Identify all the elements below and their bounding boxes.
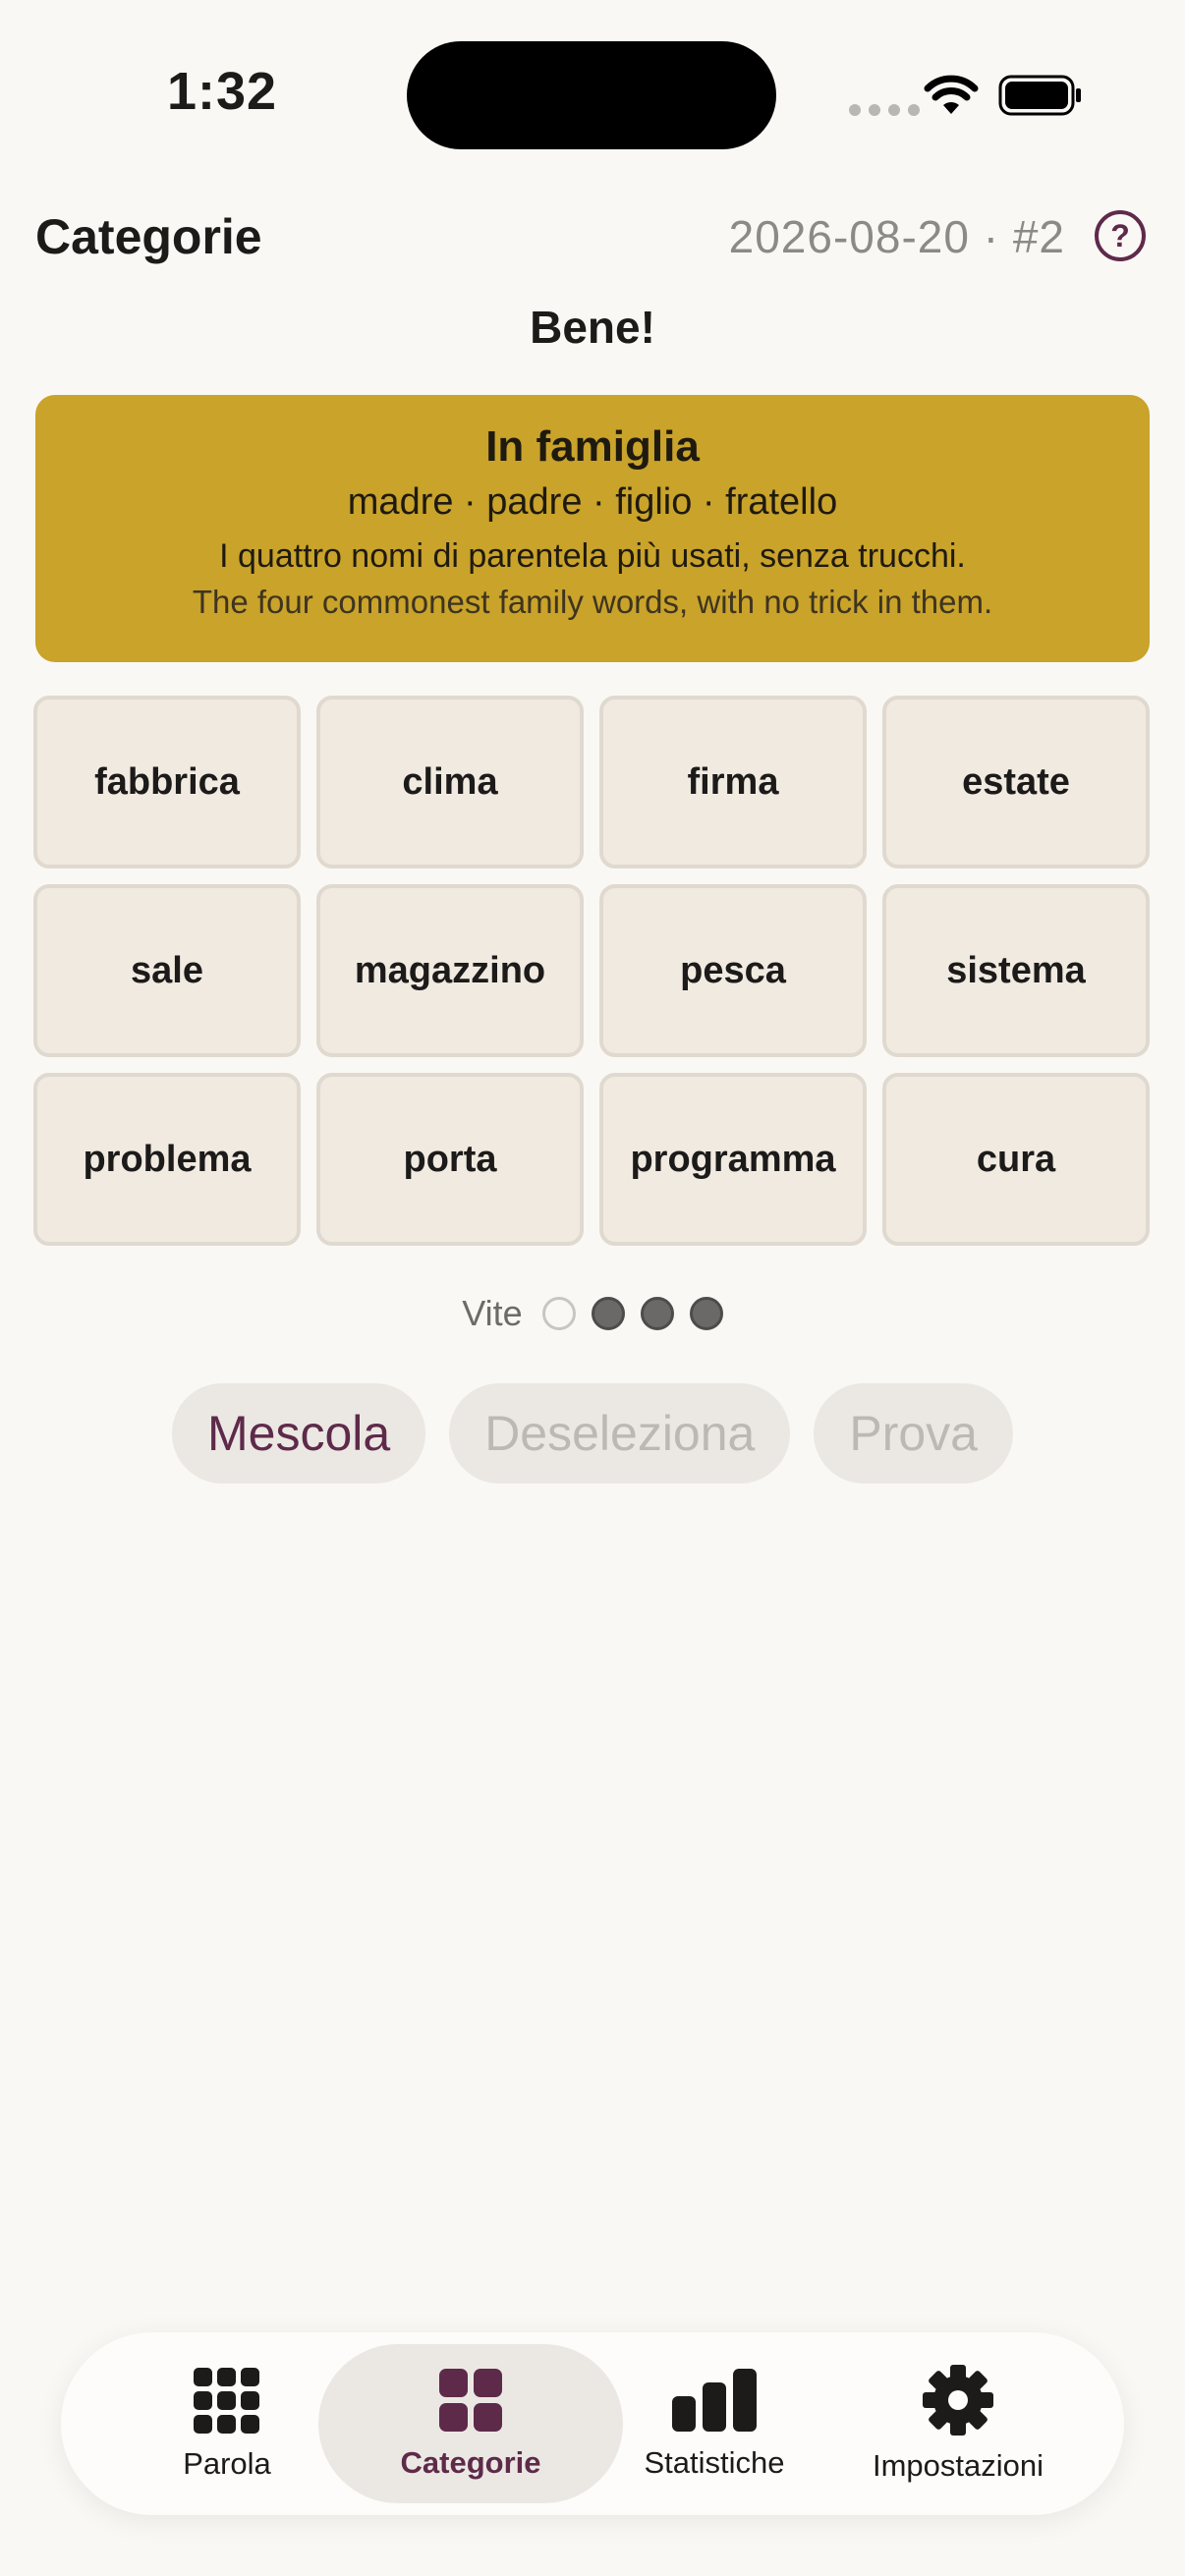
tab-label: Impostazioni (872, 2448, 1044, 2483)
solved-group-card: In famiglia madre · padre · figlio · fra… (35, 395, 1150, 662)
gear-icon (923, 2365, 993, 2436)
word-tile[interactable]: sale (33, 884, 301, 1057)
battery-icon (998, 75, 1081, 116)
life-dot (591, 1297, 625, 1330)
puzzle-date: 2026-08-20 · #2 (728, 211, 1065, 262)
four-squares-icon (439, 2369, 502, 2432)
word-tile[interactable]: programma (599, 1073, 867, 1246)
status-time: 1:32 (167, 62, 278, 121)
solved-group-words: madre · padre · figlio · fratello (347, 481, 838, 523)
action-bar: Mescola Deseleziona Prova (0, 1383, 1185, 1484)
word-tile[interactable]: fabbrica (33, 696, 301, 868)
deselect-button[interactable]: Deseleziona (449, 1383, 791, 1484)
word-tile[interactable]: estate (882, 696, 1150, 868)
feedback-message: Bene! (530, 302, 655, 353)
help-button[interactable]: ? (1095, 210, 1146, 261)
word-tile[interactable]: problema (33, 1073, 301, 1246)
cellular-signal-icon (849, 104, 920, 116)
word-grid: fabbrica clima firma estate sale magazzi… (33, 696, 1154, 1246)
word-tile[interactable]: pesca (599, 884, 867, 1057)
grid-dots-icon (194, 2368, 259, 2434)
shuffle-button[interactable]: Mescola (172, 1383, 426, 1484)
wifi-icon (924, 75, 979, 114)
life-dot (640, 1297, 674, 1330)
lives-label: Vite (462, 1293, 523, 1333)
word-tile[interactable]: clima (316, 696, 584, 868)
solved-group-title: In famiglia (485, 422, 700, 471)
bar-chart-icon (672, 2369, 757, 2432)
solved-group-description-en: The four commonest family words, with no… (192, 584, 993, 620)
lives-indicator: Vite (0, 1293, 1185, 1334)
question-mark-icon: ? (1110, 217, 1130, 253)
screen: 1:32 Categorie 2026-08-20 · #2 ? Bene! I… (0, 0, 1185, 2576)
solved-group-description-it: I quattro nomi di parentela più usati, s… (219, 537, 966, 575)
word-tile[interactable]: cura (882, 1073, 1150, 1246)
tab-label: Categorie (400, 2445, 541, 2480)
word-tile[interactable]: porta (316, 1073, 584, 1246)
word-tile[interactable]: sistema (882, 884, 1150, 1057)
life-dot (689, 1297, 723, 1330)
life-dot (541, 1297, 576, 1330)
word-tile[interactable]: firma (599, 696, 867, 868)
submit-button[interactable]: Prova (814, 1383, 1013, 1484)
dynamic-island (407, 41, 776, 149)
tab-label: Parola (183, 2446, 271, 2481)
tab-bar: Parola Categorie Statistiche Impostazion… (61, 2332, 1124, 2515)
word-tile[interactable]: magazzino (316, 884, 584, 1057)
tab-label: Statistiche (644, 2445, 785, 2480)
page-title: Categorie (35, 209, 262, 264)
tab-impostazioni[interactable]: Impostazioni (806, 2344, 1110, 2503)
